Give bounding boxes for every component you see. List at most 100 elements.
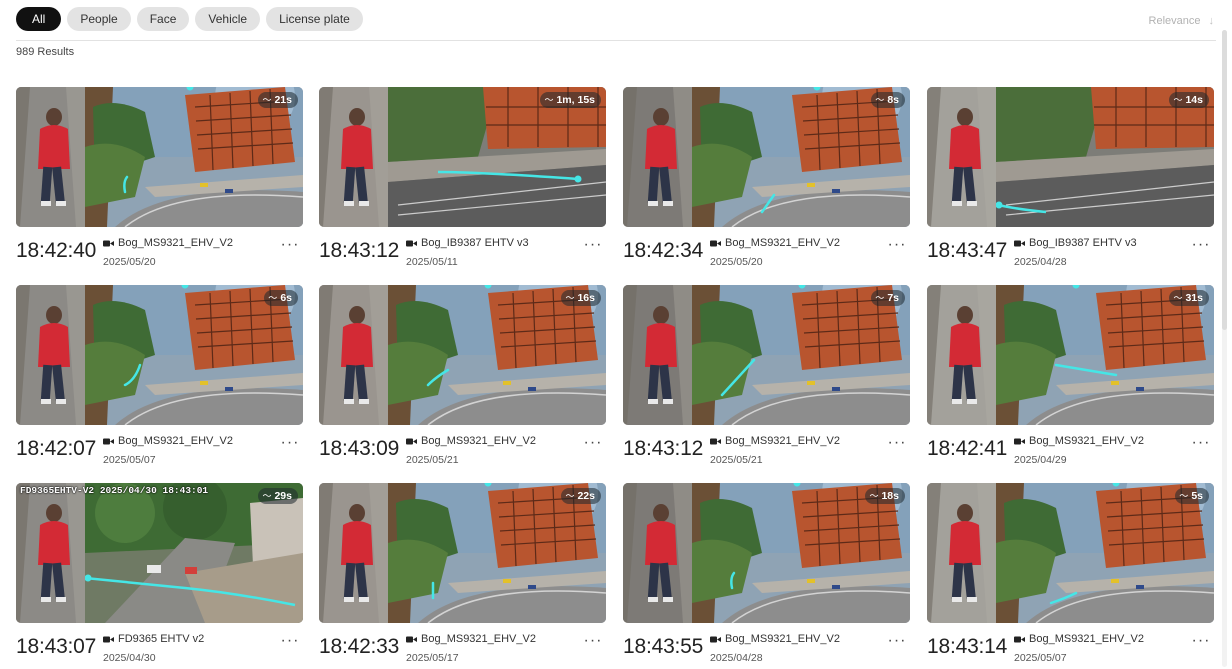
result-date: 2025/05/21 xyxy=(710,454,763,466)
trend-icon: 〜 xyxy=(1173,293,1183,303)
camera-name: FD9365 EHTV v2 xyxy=(118,633,205,645)
video-camera-icon xyxy=(710,240,721,246)
trend-icon: 〜 xyxy=(262,95,272,105)
duration-label: 29s xyxy=(274,490,292,502)
filter-chip-people[interactable]: People xyxy=(67,7,131,31)
more-options-button[interactable]: ··· xyxy=(886,632,908,650)
person-crop-image xyxy=(319,87,388,227)
result-date: 2025/05/07 xyxy=(103,454,156,466)
scene-image xyxy=(692,483,910,623)
more-options-button[interactable]: ··· xyxy=(886,236,908,254)
camera-name: Bog_IB9387 EHTV v3 xyxy=(421,237,529,249)
camera-name: Bog_IB9387 EHTV v3 xyxy=(1029,237,1137,249)
more-options-button[interactable]: ··· xyxy=(1190,434,1212,452)
duration-label: 21s xyxy=(274,94,292,106)
more-options-button[interactable]: ··· xyxy=(886,434,908,452)
result-card[interactable]: 〜 16s 18:43:09 Bog_MS9321_EHV_V2 2025/05… xyxy=(319,285,606,471)
filter-chip-license-plate[interactable]: License plate xyxy=(266,7,363,31)
more-options-button[interactable]: ··· xyxy=(582,236,604,254)
result-thumbnail[interactable]: 〜 18s xyxy=(623,483,910,623)
filter-chip-all[interactable]: All xyxy=(16,7,62,31)
scrollbar-thumb[interactable] xyxy=(1222,30,1227,330)
camera-info: Bog_MS9321_EHV_V2 xyxy=(710,633,840,645)
result-thumbnail[interactable]: 〜 22s xyxy=(319,483,606,623)
result-card[interactable]: 〜 22s 18:42:33 Bog_MS9321_EHV_V2 2025/05… xyxy=(319,483,606,669)
duration-label: 5s xyxy=(1191,490,1203,502)
result-thumbnail[interactable]: 〜 5s xyxy=(927,483,1214,623)
duration-badge: 〜 5s xyxy=(1175,488,1209,504)
camera-name: Bog_MS9321_EHV_V2 xyxy=(421,435,536,447)
result-time: 18:43:55 xyxy=(623,635,704,658)
result-card[interactable]: 〜 1m, 15s 18:43:12 Bog_IB9387 EHTV v3 20… xyxy=(319,87,606,273)
result-date: 2025/04/28 xyxy=(710,652,763,664)
scrollbar[interactable] xyxy=(1219,30,1230,667)
camera-info: Bog_IB9387 EHTV v3 xyxy=(1014,237,1137,249)
more-options-button[interactable]: ··· xyxy=(1190,632,1212,650)
result-thumbnail[interactable]: 〜 1m, 15s xyxy=(319,87,606,227)
person-crop-image xyxy=(623,483,692,623)
result-thumbnail[interactable]: 〜 16s xyxy=(319,285,606,425)
more-options-button[interactable]: ··· xyxy=(582,434,604,452)
video-camera-icon xyxy=(1014,636,1025,642)
person-crop-image xyxy=(623,87,692,227)
result-thumbnail[interactable]: 〜 6s xyxy=(16,285,303,425)
duration-badge: 〜 21s xyxy=(258,92,298,108)
result-card[interactable]: 〜 31s 18:42:41 Bog_MS9321_EHV_V2 2025/04… xyxy=(927,285,1214,471)
result-thumbnail[interactable]: 〜 21s xyxy=(16,87,303,227)
result-card[interactable]: 〜 21s 18:42:40 Bog_MS9321_EHV_V2 2025/05… xyxy=(16,87,303,273)
camera-info: Bog_MS9321_EHV_V2 xyxy=(406,435,536,447)
result-card[interactable]: 〜 8s 18:42:34 Bog_MS9321_EHV_V2 2025/05/… xyxy=(623,87,910,273)
result-time: 18:43:07 xyxy=(16,635,97,658)
duration-badge: 〜 18s xyxy=(865,488,905,504)
result-date: 2025/04/30 xyxy=(103,652,156,664)
result-time: 18:43:47 xyxy=(927,239,1008,262)
result-card[interactable]: 〜 7s 18:43:12 Bog_MS9321_EHV_V2 2025/05/… xyxy=(623,285,910,471)
filter-chip-vehicle[interactable]: Vehicle xyxy=(195,7,261,31)
camera-name: Bog_MS9321_EHV_V2 xyxy=(118,435,233,447)
duration-badge: 〜 16s xyxy=(561,290,601,306)
result-card[interactable]: 〜 5s 18:43:14 Bog_MS9321_EHV_V2 2025/05/… xyxy=(927,483,1214,669)
divider xyxy=(16,40,1216,41)
result-time: 18:42:34 xyxy=(623,239,704,262)
scene-image xyxy=(692,87,910,227)
more-options-button[interactable]: ··· xyxy=(279,434,301,452)
result-card[interactable]: FD9365EHTV-V2 2025/04/30 18:43:01 〜 29s … xyxy=(16,483,303,669)
duration-label: 31s xyxy=(1185,292,1203,304)
person-crop-image xyxy=(16,285,85,425)
result-time: 18:43:12 xyxy=(319,239,400,262)
camera-name: Bog_MS9321_EHV_V2 xyxy=(1029,435,1144,447)
trend-icon: 〜 xyxy=(268,293,278,303)
result-date: 2025/05/21 xyxy=(406,454,459,466)
filter-chip-face[interactable]: Face xyxy=(136,7,190,31)
more-options-button[interactable]: ··· xyxy=(1190,236,1212,254)
result-thumbnail[interactable]: FD9365EHTV-V2 2025/04/30 18:43:01 〜 29s xyxy=(16,483,303,623)
trend-icon: 〜 xyxy=(875,95,885,105)
result-thumbnail[interactable]: 〜 7s xyxy=(623,285,910,425)
video-camera-icon xyxy=(103,636,114,642)
result-thumbnail[interactable]: 〜 31s xyxy=(927,285,1214,425)
result-thumbnail[interactable]: 〜 8s xyxy=(623,87,910,227)
camera-name: Bog_MS9321_EHV_V2 xyxy=(725,633,840,645)
result-card[interactable]: 〜 14s 18:43:47 Bog_IB9387 EHTV v3 2025/0… xyxy=(927,87,1214,273)
result-date: 2025/05/17 xyxy=(406,652,459,664)
result-card[interactable]: 〜 18s 18:43:55 Bog_MS9321_EHV_V2 2025/04… xyxy=(623,483,910,669)
duration-label: 1m, 15s xyxy=(556,94,595,106)
scene-image xyxy=(388,285,606,425)
camera-overlay-text: FD9365EHTV-V2 2025/04/30 18:43:01 xyxy=(20,485,209,496)
result-time: 18:43:12 xyxy=(623,437,704,460)
more-options-button[interactable]: ··· xyxy=(582,632,604,650)
more-options-button[interactable]: ··· xyxy=(279,236,301,254)
person-crop-image xyxy=(319,483,388,623)
scene-image xyxy=(85,87,303,227)
more-options-button[interactable]: ··· xyxy=(279,632,301,650)
result-thumbnail[interactable]: 〜 14s xyxy=(927,87,1214,227)
sort-control[interactable]: Relevance ↓ xyxy=(1149,15,1214,27)
result-time: 18:42:33 xyxy=(319,635,400,658)
scene-image xyxy=(996,87,1214,227)
scene-image xyxy=(388,483,606,623)
result-time: 18:43:14 xyxy=(927,635,1008,658)
result-card[interactable]: 〜 6s 18:42:07 Bog_MS9321_EHV_V2 2025/05/… xyxy=(16,285,303,471)
camera-info: Bog_MS9321_EHV_V2 xyxy=(103,435,233,447)
result-date: 2025/05/07 xyxy=(1014,652,1067,664)
camera-name: Bog_MS9321_EHV_V2 xyxy=(725,237,840,249)
